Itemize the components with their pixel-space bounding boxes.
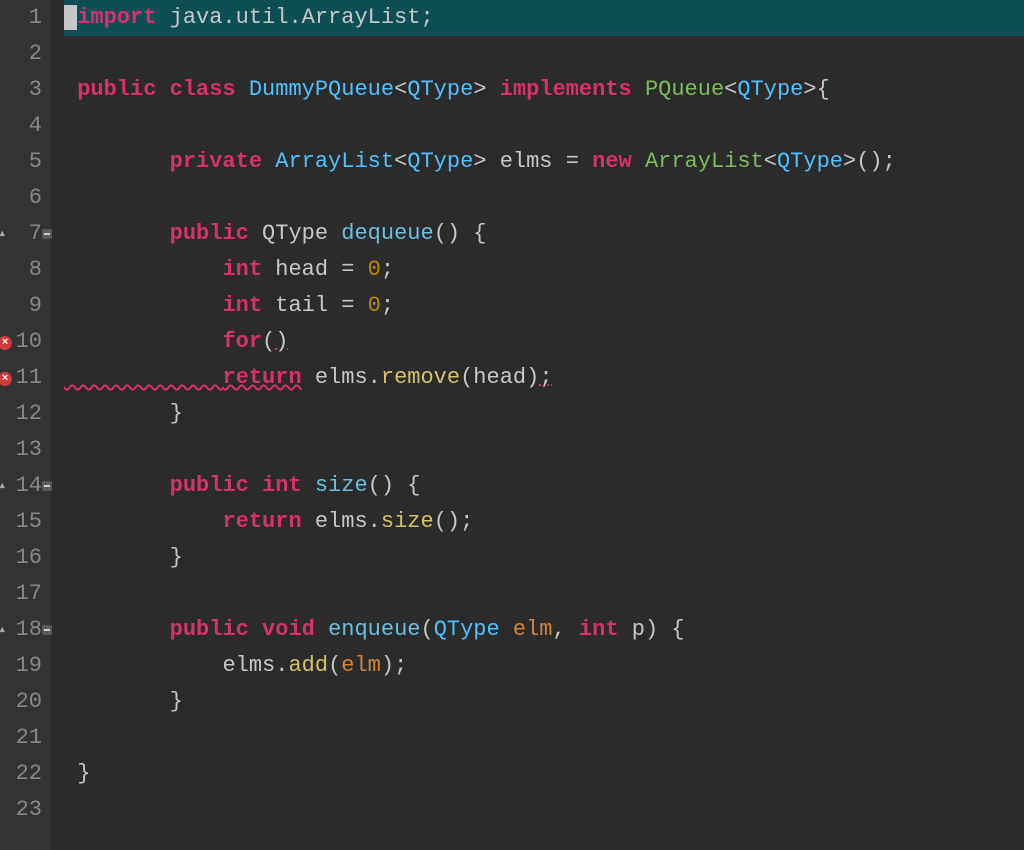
gutter-line: 3: [0, 72, 42, 108]
fold-icon[interactable]: [42, 625, 52, 635]
line-number-gutter: 1 2 3 4 5 6 ▴7 8 9 ×10 ×11 12 13 ▴14 15 …: [0, 0, 50, 850]
fold-icon[interactable]: [42, 229, 52, 239]
gutter-line: 12: [0, 396, 42, 432]
code-line[interactable]: return elms.remove(head);: [64, 360, 1024, 396]
gutter-line: 6: [0, 180, 42, 216]
override-marker-icon: ▴: [0, 612, 6, 648]
code-editor[interactable]: 1 2 3 4 5 6 ▴7 8 9 ×10 ×11 12 13 ▴14 15 …: [0, 0, 1024, 850]
code-line[interactable]: }: [64, 396, 1024, 432]
gutter-line: 22: [0, 756, 42, 792]
code-line[interactable]: import java.util.ArrayList;: [64, 0, 1024, 36]
code-line[interactable]: }: [64, 684, 1024, 720]
fold-icon[interactable]: [42, 481, 52, 491]
code-line[interactable]: int tail = 0;: [64, 288, 1024, 324]
gutter-line: 16: [0, 540, 42, 576]
code-line[interactable]: [64, 180, 1024, 216]
gutter-line: 23: [0, 792, 42, 828]
gutter-line: ▴14: [0, 468, 42, 504]
gutter-line: 8: [0, 252, 42, 288]
gutter-line: ▴7: [0, 216, 42, 252]
cursor: [64, 5, 77, 30]
gutter-line: 4: [0, 108, 42, 144]
code-line[interactable]: [64, 36, 1024, 72]
code-area[interactable]: import java.util.ArrayList; public class…: [50, 0, 1024, 850]
error-marker-icon: ×: [0, 324, 12, 360]
code-line[interactable]: for(): [64, 324, 1024, 360]
code-line[interactable]: [64, 720, 1024, 756]
gutter-line: 17: [0, 576, 42, 612]
code-line[interactable]: private ArrayList<QType> elms = new Arra…: [64, 144, 1024, 180]
code-line[interactable]: int head = 0;: [64, 252, 1024, 288]
gutter-line: 19: [0, 648, 42, 684]
gutter-line: ×10: [0, 324, 42, 360]
gutter-line: 5: [0, 144, 42, 180]
gutter-line: 21: [0, 720, 42, 756]
code-line[interactable]: }: [64, 540, 1024, 576]
gutter-line: 1: [0, 0, 42, 36]
gutter-line: 15: [0, 504, 42, 540]
code-line[interactable]: elms.add(elm);: [64, 648, 1024, 684]
code-line[interactable]: [64, 792, 1024, 828]
override-marker-icon: ▴: [0, 216, 6, 252]
gutter-line: 20: [0, 684, 42, 720]
code-line[interactable]: public void enqueue(QType elm, int p) {: [64, 612, 1024, 648]
code-line[interactable]: [64, 576, 1024, 612]
gutter-line: 13: [0, 432, 42, 468]
code-line[interactable]: public int size() {: [64, 468, 1024, 504]
gutter-line: 2: [0, 36, 42, 72]
gutter-line: 9: [0, 288, 42, 324]
gutter-line: ▴18: [0, 612, 42, 648]
code-line[interactable]: public QType dequeue() {: [64, 216, 1024, 252]
code-line[interactable]: [64, 432, 1024, 468]
gutter-line: ×11: [0, 360, 42, 396]
code-line[interactable]: [64, 108, 1024, 144]
override-marker-icon: ▴: [0, 468, 6, 504]
code-line[interactable]: }: [64, 756, 1024, 792]
error-marker-icon: ×: [0, 360, 12, 396]
code-line[interactable]: return elms.size();: [64, 504, 1024, 540]
code-line[interactable]: public class DummyPQueue<QType> implemen…: [64, 72, 1024, 108]
